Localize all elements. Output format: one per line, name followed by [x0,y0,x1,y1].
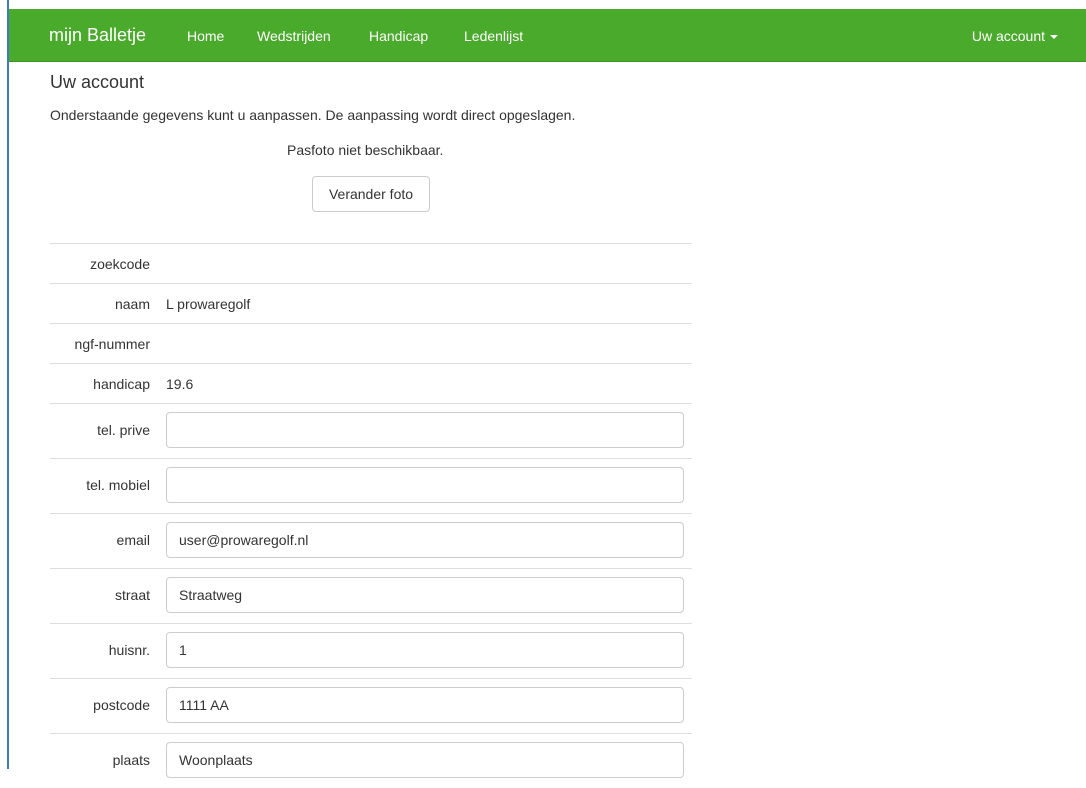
email-label: email [116,532,150,548]
nav-ledenlijst[interactable]: Ledenlijst [464,28,523,44]
top-navbar: mijn Balletje Home Wedstrijden Handicap … [9,9,1086,62]
tel-mobiel-label: tel. mobiel [86,477,150,493]
window-left-border [0,0,9,769]
tel-prive-input[interactable] [166,412,684,448]
row-tel-prive: tel. prive [50,403,692,458]
intro-text: Onderstaande gegevens kunt u aanpassen. … [50,107,576,123]
huisnr-input[interactable] [166,632,684,668]
email-input[interactable] [166,522,684,558]
account-details-table: zoekcode naam L prowaregolf ngf-nummer h… [50,243,692,788]
change-photo-button[interactable]: Verander foto [312,176,430,212]
handicap-value: 19.6 [166,376,194,392]
tel-prive-label: tel. prive [97,422,150,438]
nav-handicap[interactable]: Handicap [369,28,428,44]
tel-mobiel-input[interactable] [166,467,684,503]
nav-home[interactable]: Home [187,28,224,44]
row-straat: straat [50,568,692,623]
zoekcode-label: zoekcode [90,256,150,272]
postcode-input[interactable] [166,687,684,723]
row-ngf-nummer: ngf-nummer [50,323,692,363]
account-menu-label: Uw account [971,28,1045,44]
row-tel-mobiel: tel. mobiel [50,458,692,513]
row-huisnr: huisnr. [50,623,692,678]
row-handicap: handicap 19.6 [50,363,692,403]
row-postcode: postcode [50,678,692,733]
account-menu[interactable]: Uw account [972,28,1058,44]
plaats-label: plaats [112,752,150,768]
ngf-nummer-label: ngf-nummer [74,336,150,352]
plaats-input[interactable] [166,742,684,778]
huisnr-label: huisnr. [108,642,150,658]
naam-value: L prowaregolf [166,296,251,312]
row-email: email [50,513,692,568]
page-title: Uw account [50,72,145,92]
straat-input[interactable] [166,577,684,613]
handicap-label: handicap [93,376,150,392]
caret-down-icon [1050,35,1058,40]
row-plaats: plaats [50,733,692,788]
row-zoekcode: zoekcode [50,243,692,283]
row-naam: naam L prowaregolf [50,283,692,323]
brand-link[interactable]: mijn Balletje [49,25,146,46]
photo-unavailable-text: Pasfoto niet beschikbaar. [287,142,444,158]
nav-wedstrijden[interactable]: Wedstrijden [257,28,331,44]
straat-label: straat [114,587,150,603]
window-top-border [0,0,1086,9]
postcode-label: postcode [93,697,150,713]
naam-label: naam [114,296,150,312]
